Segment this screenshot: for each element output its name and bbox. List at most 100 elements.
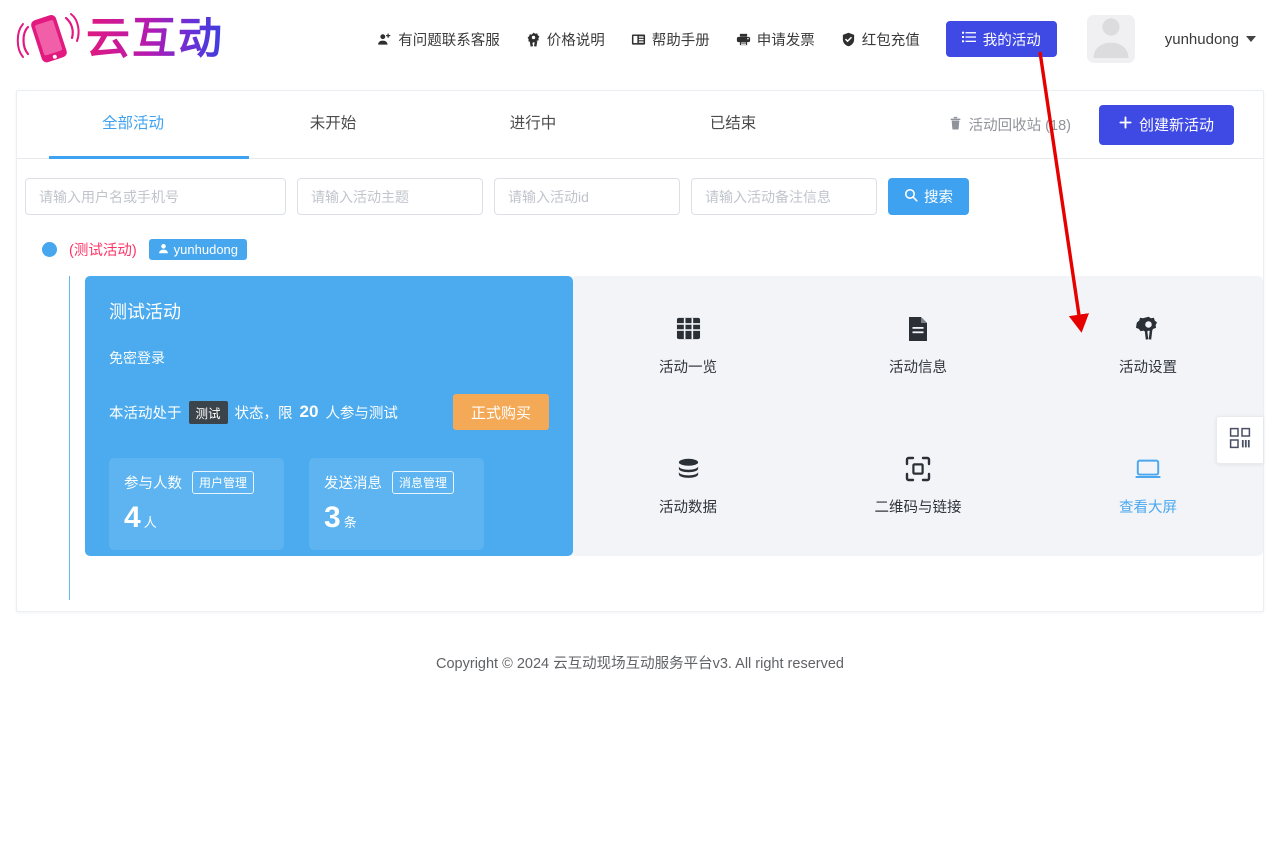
tab-in-progress[interactable]: 进行中 [433, 91, 633, 159]
user-management-button[interactable]: 用户管理 [192, 471, 255, 494]
status-badge: 测试 [188, 400, 228, 424]
chevron-down-icon [1246, 36, 1256, 42]
recycle-bin-label: 活动回收站 (18) [968, 118, 1071, 134]
search-input-activity-id[interactable] [494, 178, 680, 215]
nav-item-price[interactable]: 价格说明 [526, 29, 605, 50]
nav-label: 价格说明 [546, 32, 605, 49]
action-label: 二维码与链接 [874, 499, 962, 516]
activity-timeline: (测试活动) yunhudong 测试活动 免密登录 本活动处于 测试 状态，限… [17, 215, 1263, 600]
create-activity-button[interactable]: 创建新活动 [1098, 104, 1234, 145]
stat-value-wrap: 3条 [324, 503, 469, 533]
action-qrcode-link[interactable]: 二维码与链接 [803, 456, 1033, 517]
action-activity-overview[interactable]: 活动一览 [573, 316, 803, 377]
nav-item-invoice[interactable]: 申请发票 [736, 29, 815, 50]
activity-card: 测试活动 免密登录 本活动处于 测试 状态，限 20 人参与测试 正式购买 参与… [85, 276, 573, 556]
search-icon [904, 188, 918, 206]
main-panel: 全部活动 未开始 进行中 已结束 活动回收站 (18) 创建新活动 请输入用户名… [16, 90, 1264, 612]
activity-title: 测试活动 [109, 302, 181, 322]
search-button[interactable]: 搜索 [888, 178, 969, 215]
activity-status-row: 本活动处于 测试 状态，限 20 人参与测试 正式购买 [109, 394, 549, 430]
search-bar: 搜索 [17, 159, 1263, 215]
site-header: 云互动 有问题联系客服 价格说明 帮助手册 申请发票 红包充值 我的活动 yun… [0, 0, 1280, 78]
search-button-label: 搜索 [924, 190, 953, 206]
activity-tabs: 全部活动 未开始 进行中 已结束 活动回收站 (18) 创建新活动 [17, 91, 1263, 159]
message-management-button[interactable]: 消息管理 [392, 471, 455, 494]
stat-unit: 人 [143, 515, 157, 530]
action-activity-settings[interactable]: 活动设置 [1033, 316, 1263, 377]
phone-motion-logo-icon [16, 9, 80, 69]
tab-not-started[interactable]: 未开始 [233, 91, 433, 159]
plus-icon [1119, 116, 1132, 133]
active-tab-indicator [49, 156, 249, 159]
stat-top-row: 参与人数 用户管理 [124, 471, 269, 494]
footer: Copyright © 2024 云互动现场互动服务平台v3. All righ… [436, 656, 844, 672]
qrcode-scan-icon [905, 456, 931, 482]
action-activity-info[interactable]: 活动信息 [803, 316, 1033, 377]
top-navigation: 有问题联系客服 价格说明 帮助手册 申请发票 红包充值 我的活动 yunhudo… [377, 15, 1256, 63]
nav-label: 有问题联系客服 [398, 32, 500, 49]
recycle-bin-link[interactable]: 活动回收站 (18) [949, 114, 1071, 135]
document-icon [907, 316, 929, 342]
create-activity-label: 创建新活动 [1138, 117, 1214, 134]
stat-unit: 条 [343, 515, 357, 530]
stat-participants: 参与人数 用户管理 4人 [109, 458, 284, 550]
search-input-topic[interactable] [297, 178, 483, 215]
nav-item-redpacket-recharge[interactable]: 红包充值 [841, 29, 920, 50]
side-qrcode-button[interactable] [1216, 416, 1263, 464]
shield-check-icon [841, 32, 856, 47]
list-icon [961, 30, 976, 48]
activity-actions: 活动一览 活动信息 活动设置 活动数据 二维码与链接 查看大屏 [573, 276, 1263, 556]
my-activity-button[interactable]: 我的活动 [945, 21, 1057, 57]
activity-row: 测试活动 免密登录 本活动处于 测试 状态，限 20 人参与测试 正式购买 参与… [69, 276, 1263, 600]
gear-icon [1135, 316, 1161, 342]
owner-tag-label: yunhudong [173, 241, 239, 257]
action-activity-data[interactable]: 活动数据 [573, 456, 803, 517]
status-prefix: 本活动处于 [109, 405, 182, 422]
stat-messages: 发送消息 消息管理 3条 [309, 458, 484, 550]
nav-item-contact-support[interactable]: 有问题联系客服 [377, 29, 500, 50]
user-add-icon [377, 32, 392, 47]
status-suffix: 人参与测试 [325, 405, 398, 422]
nav-item-help-manual[interactable]: 帮助手册 [631, 29, 710, 50]
activity-flag-label: (测试活动) [69, 242, 137, 259]
stat-value-wrap: 4人 [124, 503, 269, 533]
tab-all-activities[interactable]: 全部活动 [33, 91, 233, 159]
action-view-bigscreen[interactable]: 查看大屏 [1033, 456, 1263, 517]
stat-label: 发送消息 [324, 476, 382, 492]
status-limit-number: 20 [299, 402, 319, 421]
qrcode-icon [1229, 427, 1251, 454]
monitor-icon [1135, 456, 1161, 482]
tabs-right-actions: 活动回收站 (18) 创建新活动 [949, 104, 1263, 145]
activity-header-row: (测试活动) yunhudong [29, 238, 1263, 260]
trash-icon [949, 116, 962, 134]
activity-subtitle: 免密登录 [109, 350, 165, 366]
nav-label: 红包充值 [861, 32, 920, 49]
purchase-button[interactable]: 正式购买 [452, 394, 549, 430]
status-middle: 状态，限 [234, 405, 293, 422]
book-icon [631, 32, 646, 47]
user-avatar-placeholder [1086, 15, 1135, 63]
printer-icon [736, 32, 751, 47]
timeline-dot-icon [42, 241, 57, 257]
search-input-remark[interactable] [691, 178, 877, 215]
stat-top-row: 发送消息 消息管理 [324, 471, 469, 494]
my-activity-label: 我的活动 [982, 32, 1041, 49]
user-menu[interactable]: yunhudong [1165, 31, 1256, 48]
activity-status-text: 本活动处于 测试 状态，限 20 人参与测试 [109, 400, 398, 424]
search-input-username[interactable] [25, 178, 286, 215]
logo[interactable]: 云互动 [16, 9, 224, 69]
logo-text: 云互动 [86, 13, 224, 64]
action-label: 活动信息 [889, 359, 947, 376]
action-label: 活动数据 [659, 499, 717, 516]
activity-owner-tag[interactable]: yunhudong [148, 238, 248, 260]
nav-label: 帮助手册 [651, 32, 710, 49]
nav-label: 申请发票 [756, 32, 815, 49]
avatar[interactable] [1086, 15, 1135, 63]
tab-ended[interactable]: 已结束 [633, 91, 833, 159]
stat-label: 参与人数 [124, 476, 182, 492]
activity-stats: 参与人数 用户管理 4人 发送消息 消息管理 3条 [109, 458, 549, 550]
action-label: 查看大屏 [1119, 499, 1177, 516]
action-label: 活动设置 [1119, 359, 1177, 376]
grid-icon [676, 316, 701, 342]
user-icon [158, 242, 169, 257]
